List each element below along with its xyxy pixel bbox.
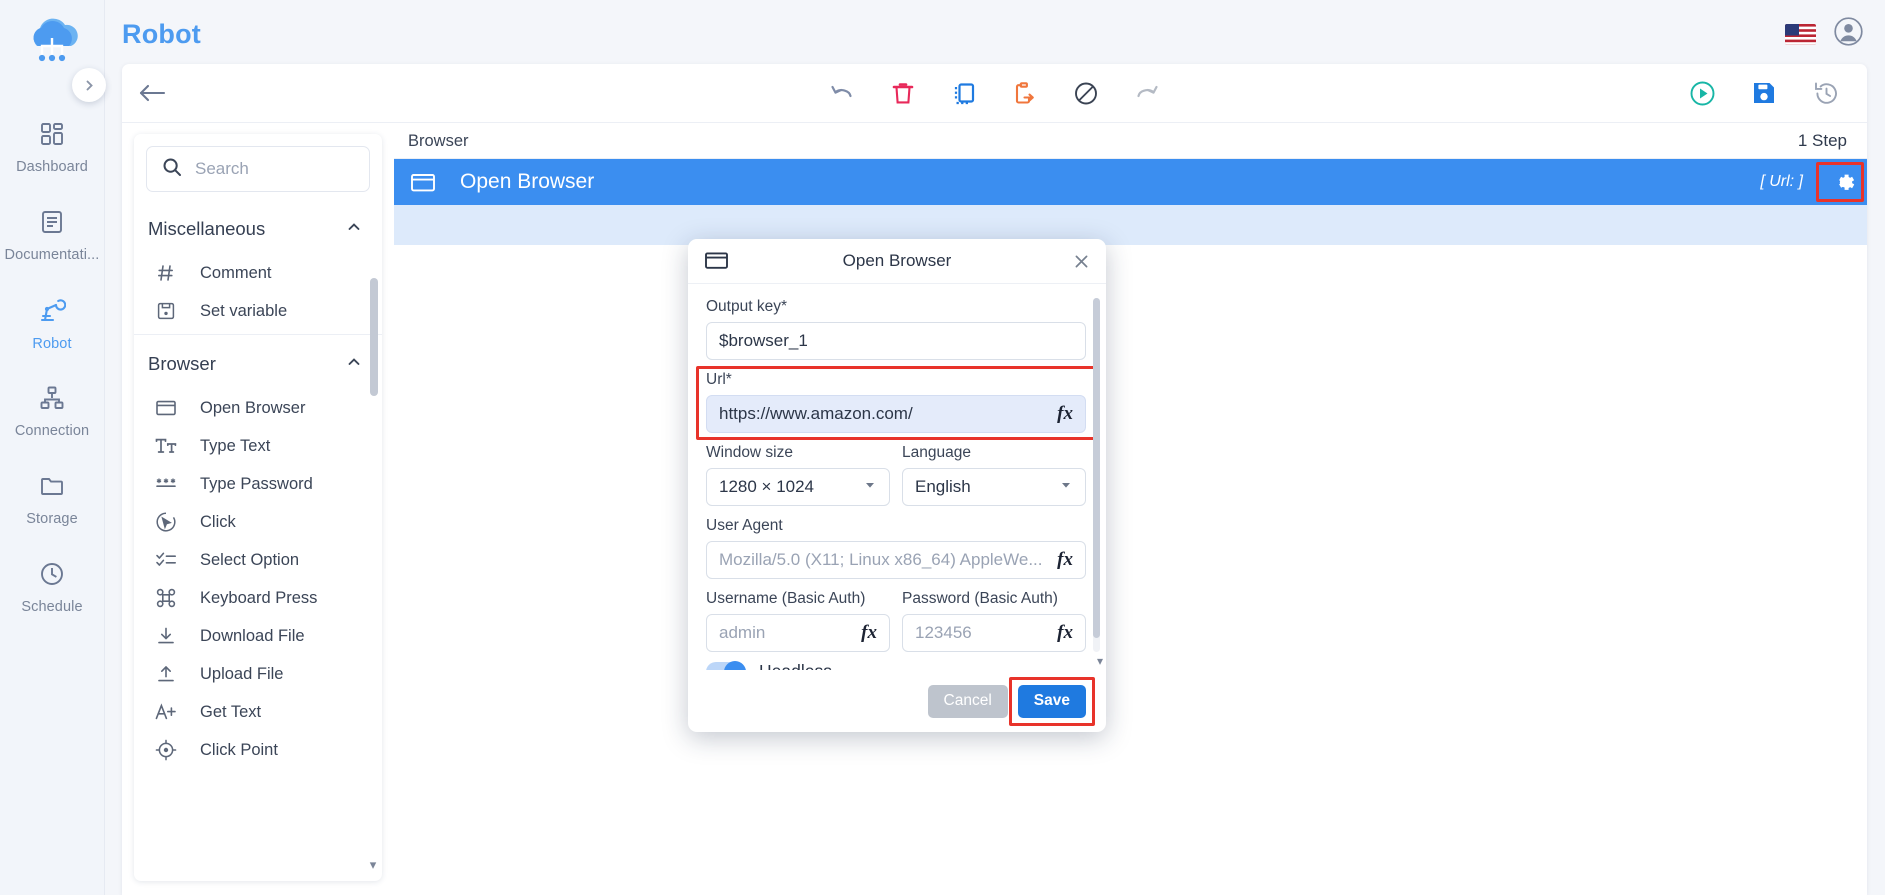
field-headless: Headless: [706, 660, 1086, 670]
dialog-scrollbar-thumb[interactable]: [1093, 298, 1100, 638]
field-user-agent: User Agent Mozilla/5.0 (X11; Linux x86_6…: [706, 517, 1086, 579]
window-size-select[interactable]: 1280 × 1024: [706, 468, 890, 506]
field-label: Username (Basic Auth): [706, 590, 866, 607]
username-input[interactable]: admin fx: [706, 614, 890, 652]
close-icon[interactable]: [1073, 253, 1090, 270]
output-key-input[interactable]: $browser_1: [706, 322, 1086, 360]
chevron-down-icon[interactable]: [1059, 477, 1073, 497]
row-basic-auth: Username (Basic Auth) admin fx Password …: [706, 590, 1086, 652]
save-button-wrap: Save: [1008, 676, 1095, 726]
field-label: User Agent: [706, 517, 783, 534]
user-agent-placeholder: Mozilla/5.0 (X11; Linux x86_64) AppleWe.…: [719, 550, 1043, 569]
password-placeholder: 123456: [915, 623, 972, 642]
output-key-value: $browser_1: [719, 331, 808, 350]
password-fx-button[interactable]: fx: [1051, 622, 1073, 644]
toggle-knob: [724, 660, 746, 670]
url-input[interactable]: https://www.amazon.com/ fx: [706, 395, 1086, 433]
field-label: Window size: [706, 444, 793, 461]
dialog-scroll-down-arrow[interactable]: ▾: [1097, 654, 1103, 668]
password-input[interactable]: 123456 fx: [902, 614, 1086, 652]
save-button[interactable]: Save: [1017, 684, 1086, 718]
field-label: Url*: [706, 371, 732, 388]
expand-sidebar-button[interactable]: [72, 68, 106, 102]
chevron-down-icon[interactable]: [863, 477, 877, 497]
language-value: English: [915, 477, 971, 496]
window-size-value: 1280 × 1024: [719, 477, 815, 496]
field-label: Output key*: [706, 298, 787, 315]
language-select[interactable]: English: [902, 468, 1086, 506]
field-label: Password (Basic Auth): [902, 590, 1058, 607]
user-agent-fx-button[interactable]: fx: [1051, 549, 1073, 571]
field-username: Username (Basic Auth) admin fx: [706, 590, 890, 652]
headless-label: Headless: [759, 661, 832, 670]
field-label: Language: [902, 444, 971, 461]
browser-window-icon: [704, 250, 729, 272]
application-window: Dashboard Documentati... Robot Connectio…: [0, 0, 1885, 895]
cancel-button[interactable]: Cancel: [927, 684, 1008, 718]
username-fx-button[interactable]: fx: [855, 622, 877, 644]
user-agent-input[interactable]: Mozilla/5.0 (X11; Linux x86_64) AppleWe.…: [706, 541, 1086, 579]
url-fx-button[interactable]: fx: [1051, 403, 1073, 425]
dialog-header: Open Browser: [688, 239, 1106, 284]
username-placeholder: admin: [719, 623, 766, 642]
row-window-language: Window size 1280 × 1024 Language English: [706, 444, 1086, 506]
url-value: https://www.amazon.com/: [719, 404, 913, 423]
dialog-footer: Cancel Save: [688, 670, 1106, 732]
open-browser-dialog: Open Browser Output key* $browser_1 Url*…: [688, 239, 1106, 732]
field-language: Language English: [902, 444, 1086, 506]
field-output-key: Output key* $browser_1: [706, 298, 1086, 360]
headless-toggle[interactable]: [706, 660, 746, 670]
field-url: Url* https://www.amazon.com/ fx: [696, 366, 1100, 440]
field-password: Password (Basic Auth) 123456 fx: [902, 590, 1086, 652]
dialog-title: Open Browser: [842, 251, 952, 270]
field-window-size: Window size 1280 × 1024: [706, 444, 890, 506]
chevron-right-icon: [86, 80, 93, 90]
dialog-body[interactable]: Output key* $browser_1 Url* https://www.…: [688, 284, 1106, 670]
